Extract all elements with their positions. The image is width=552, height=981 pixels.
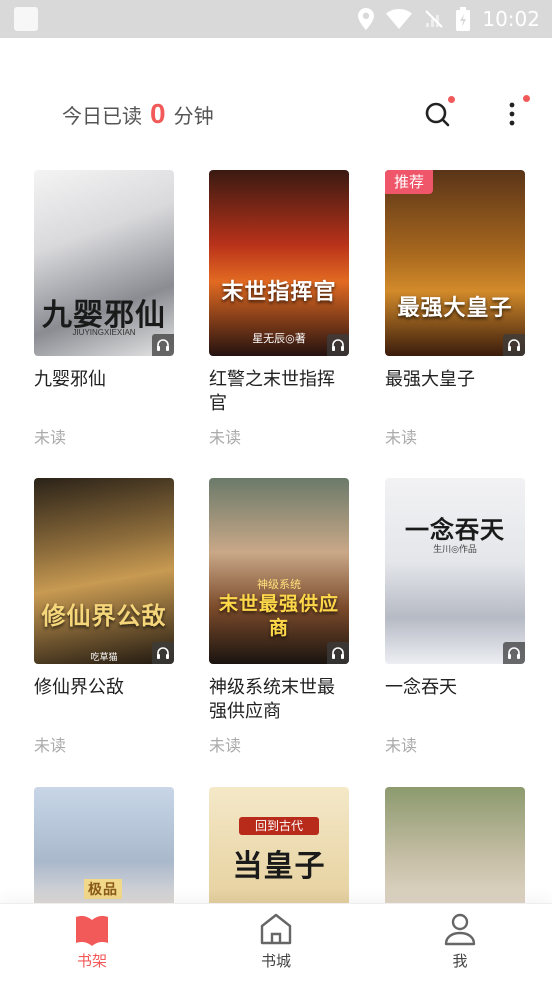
headphones-icon: [332, 339, 344, 351]
nav-label: 我: [452, 952, 468, 970]
book-read-status: 未读: [385, 428, 418, 447]
book-item[interactable]: 神级系统 末世最强供应商 神级系统末世最强供应商 未读: [209, 478, 349, 756]
book-title: 修仙界公敌: [34, 677, 124, 698]
battery-icon: [456, 7, 471, 31]
read-suffix: 分钟: [173, 104, 214, 128]
book-cover: 九婴邪仙 JIUYINGXIEXIAN: [34, 170, 174, 356]
reading-time-today: 今日已读 0 分钟: [62, 98, 214, 130]
audio-badge: [503, 642, 525, 664]
read-prefix: 今日已读: [62, 104, 142, 128]
book-title: 红警之末世指挥官: [209, 369, 335, 414]
more-vertical-icon: [509, 102, 515, 126]
wifi-icon: [386, 9, 413, 29]
headphones-icon: [508, 647, 520, 659]
headphones-icon: [157, 647, 169, 659]
audio-badge: [327, 334, 349, 356]
book-read-status: 未读: [209, 736, 242, 755]
cover-title: 末世指挥官: [221, 279, 337, 305]
headphones-icon: [157, 339, 169, 351]
more-menu-button[interactable]: [496, 95, 530, 130]
nav-label: 书城: [260, 952, 291, 970]
book-item[interactable]: 一念吞天 生川◎作品 一念吞天 未读: [385, 478, 525, 756]
headphones-icon: [508, 339, 520, 351]
cover-subtitle: 神级系统: [257, 579, 301, 591]
book-item[interactable]: 末世指挥官 星无辰◎著 红警之末世指挥官 未读: [209, 170, 349, 448]
read-count: 0: [150, 98, 166, 129]
cover-title: 当皇子: [232, 849, 326, 884]
book-cover: 一念吞天 生川◎作品: [385, 478, 525, 664]
book-title: 最强大皇子: [385, 369, 475, 390]
bottom-navigation: 书架 书城 我: [0, 903, 552, 981]
audio-badge: [152, 642, 174, 664]
audio-badge: [327, 642, 349, 664]
book-cover: 末世指挥官 星无辰◎著: [209, 170, 349, 356]
status-time: 10:02: [482, 7, 540, 31]
book-title: 神级系统末世最强供应商: [209, 677, 335, 722]
book-icon: [76, 916, 108, 946]
cover-subtitle: 回到古代: [239, 817, 319, 835]
book-item[interactable]: 修仙界公敌 吃草猫 修仙界公敌 未读: [34, 478, 174, 756]
search-icon: [425, 102, 450, 127]
book-cover: 修仙界公敌 吃草猫: [34, 478, 174, 664]
audio-badge: [152, 334, 174, 356]
cover-title: 最强大皇子: [397, 295, 513, 321]
status-bar: 10:02: [0, 0, 552, 38]
book-cover: 推荐 最强大皇子: [385, 170, 525, 356]
status-icons: 10:02: [358, 0, 540, 38]
location-icon: [358, 8, 375, 30]
book-read-status: 未读: [34, 428, 67, 447]
header: 今日已读 0 分钟: [0, 38, 552, 158]
cover-subtitle: 生川◎作品: [433, 544, 477, 554]
cover-title: 极品: [84, 879, 122, 899]
book-read-status: 未读: [385, 736, 418, 755]
book-item[interactable]: 九婴邪仙 JIUYINGXIEXIAN 九婴邪仙 未读: [34, 170, 174, 448]
cover-title: 末世最强供应商: [219, 593, 340, 639]
menu-notification-dot: [523, 95, 530, 102]
nav-label: 书架: [76, 952, 107, 970]
book-read-status: 未读: [209, 428, 242, 447]
book-cover: 神级系统 末世最强供应商: [209, 478, 349, 664]
book-read-status: 未读: [34, 736, 67, 755]
nav-bookstore[interactable]: 书城: [236, 912, 316, 971]
book-title: 九婴邪仙: [34, 369, 106, 390]
nav-bookshelf[interactable]: 书架: [52, 912, 132, 971]
audio-badge: [503, 334, 525, 356]
recommend-badge: 推荐: [385, 170, 434, 194]
search-notification-dot: [448, 96, 455, 103]
home-icon: [260, 913, 292, 945]
book-item[interactable]: 推荐 最强大皇子 最强大皇子 未读: [385, 170, 525, 448]
book-title: 一念吞天: [385, 677, 457, 698]
search-button[interactable]: [422, 96, 455, 130]
cover-title: 修仙界公敌: [41, 601, 167, 630]
no-signal-icon: [425, 10, 444, 28]
user-icon: [444, 913, 476, 946]
notification-app-icon: [14, 7, 38, 31]
nav-profile[interactable]: 我: [420, 912, 500, 971]
cover-title: 一念吞天: [405, 515, 505, 544]
headphones-icon: [332, 647, 344, 659]
